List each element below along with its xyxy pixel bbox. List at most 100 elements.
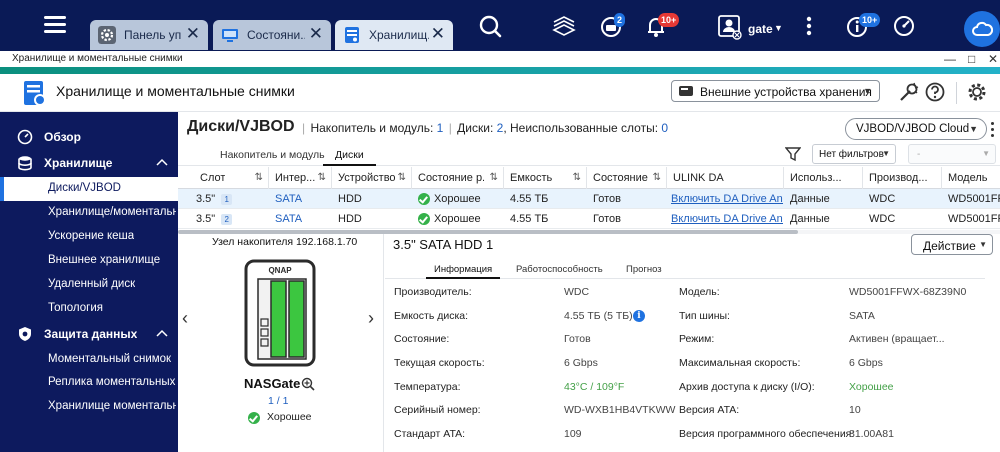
header-divider: [956, 82, 957, 104]
chevron-right-icon[interactable]: ›: [368, 308, 374, 329]
column-header-status[interactable]: Состояние ⇅: [587, 167, 667, 189]
taskbar-tab-control-panel[interactable]: Панель уп... ✕: [90, 20, 208, 50]
column-header-device[interactable]: Устройство ⇅: [332, 167, 412, 189]
info-label-model: Модель:: [679, 286, 720, 298]
sidebar-item-snapshot-vault[interactable]: Хранилище моментальн...: [0, 395, 178, 419]
enable-da-drive-link[interactable]: Включить DA Drive An...: [671, 213, 783, 225]
enclosure-pager: 1 / 1: [268, 395, 289, 407]
minimize-icon[interactable]: —: [944, 52, 956, 66]
sidebar-item-overview[interactable]: Обзор: [0, 125, 178, 149]
zoom-in-icon[interactable]: [301, 377, 315, 391]
help-icon[interactable]: [924, 81, 946, 103]
window-accent-stripe: [0, 67, 1000, 74]
sidebar-item-storage[interactable]: Хранилище: [0, 151, 178, 175]
close-icon[interactable]: ✕: [431, 25, 445, 43]
chevron-down-icon: ▼: [863, 86, 872, 96]
dashboard-icon[interactable]: [890, 12, 920, 40]
tab-label: Панель уп...: [124, 28, 182, 42]
table-row[interactable]: 3.5" 2 SATA HDD Хорошее 4.55 ТБ Готов Вкл…: [178, 209, 1000, 229]
info-label-serial: Серийный номер:: [394, 404, 481, 416]
chevron-up-icon[interactable]: [156, 157, 168, 167]
column-header-usage[interactable]: Использ...: [784, 167, 863, 189]
info-label-mode: Режим:: [679, 333, 715, 345]
cell-vendor: WDC: [869, 213, 896, 225]
vjbod-cloud-dropdown[interactable]: VJBOD/VJBOD Cloud ▼: [845, 118, 987, 140]
sidebar-item-disks-vjbod[interactable]: Диски/VJBOD: [0, 177, 178, 201]
sidebar-item-topology[interactable]: Топология: [0, 297, 178, 321]
updates-badge: 10+: [859, 13, 881, 27]
cell-slot: 3.5" 2: [196, 213, 233, 225]
info-value-firmware-version: 81.00A81: [849, 428, 894, 440]
column-header-slot[interactable]: Слот ⇅: [194, 167, 269, 189]
sort-icon[interactable]: ⇅: [318, 172, 326, 183]
sort-icon[interactable]: ⇅: [653, 172, 661, 183]
column-header-health[interactable]: Состояние р... ⇅: [412, 167, 504, 189]
filter-select[interactable]: Нет фильтров ▼: [812, 144, 896, 164]
close-icon[interactable]: ✕: [186, 25, 200, 43]
nas-device-icon[interactable]: QNAP: [244, 259, 316, 367]
sort-icon[interactable]: ⇅: [398, 172, 406, 183]
monitor-icon: [222, 29, 238, 42]
column-header-vendor[interactable]: Производ...: [863, 167, 942, 189]
more-options-icon[interactable]: [799, 12, 819, 40]
column-header-capacity[interactable]: Емкость ⇅: [504, 167, 587, 189]
chevron-up-icon[interactable]: [156, 328, 168, 338]
chevron-down-icon: ▼: [979, 240, 987, 249]
column-header-model[interactable]: Модель: [942, 167, 1000, 189]
user-name[interactable]: gate: [748, 22, 773, 36]
cloud-button[interactable]: [964, 11, 1000, 47]
taskbar: Панель уп... ✕ Состояни... ✕ Хранилищ...…: [0, 0, 1000, 51]
close-window-icon[interactable]: ✕: [988, 52, 998, 66]
filter-value-select[interactable]: - ▼: [908, 144, 996, 164]
user-icon[interactable]: [715, 12, 745, 40]
sort-icon[interactable]: ⇅: [490, 172, 498, 183]
chevron-down-icon[interactable]: ▼: [774, 23, 783, 33]
info-value-max-speed: 6 Gbps: [849, 357, 883, 369]
info-value-temperature: 43°C / 109°F: [564, 381, 625, 393]
sidebar-item-cache-acceleration[interactable]: Ускорение кеша: [0, 225, 178, 249]
info-label-ata-version: Версия ATA:: [679, 404, 740, 416]
maximize-icon[interactable]: □: [968, 52, 975, 66]
chevron-left-icon[interactable]: ‹: [182, 308, 188, 329]
sidebar-item-data-protection[interactable]: Защита данных: [0, 322, 178, 346]
sidebar-item-label: Хранилище моментальн...: [48, 400, 176, 412]
more-options-icon[interactable]: [991, 122, 995, 138]
sidebar-item-snapshot[interactable]: Моментальный снимок: [0, 348, 178, 372]
table-row[interactable]: 3.5" 1 SATA HDD Хорошее 4.55 ТБ Готов Вкл…: [178, 189, 1000, 209]
sidebar-item-snapshot-replica[interactable]: Реплика моментальных ...: [0, 371, 178, 395]
column-header-ulink-da[interactable]: ULINK DA: [667, 167, 784, 189]
summary-disks-label: Диски:: [457, 121, 494, 135]
info-label-max-speed: Максимальная скорость:: [679, 357, 801, 369]
main-menu-icon[interactable]: [44, 16, 66, 34]
info-icon[interactable]: i: [633, 310, 645, 322]
search-icon[interactable]: [475, 12, 505, 40]
sidebar-item-remote-disk[interactable]: Удаленный диск: [0, 273, 178, 297]
storage-app-icon: [24, 81, 46, 106]
taskbar-tab-storage[interactable]: Хранилищ... ✕: [335, 20, 453, 50]
tab-health[interactable]: Работоспособность: [516, 264, 603, 275]
external-storage-dropdown[interactable]: Внешние устройства хранения ▼: [671, 80, 880, 102]
info-value-serial: WD-WXB1HB4VTKWW: [564, 404, 676, 416]
sort-icon[interactable]: ⇅: [573, 172, 581, 183]
sidebar-item-storage-snapshots[interactable]: Хранилище/моментальн...: [0, 201, 178, 225]
column-header-interface[interactable]: Интер... ⇅: [269, 167, 332, 189]
tab-disks[interactable]: Диски: [323, 149, 376, 166]
action-dropdown[interactable]: Действие ▼: [911, 234, 993, 255]
window-title: Хранилище и моментальные снимки: [12, 53, 183, 64]
diagnostics-icon[interactable]: [898, 81, 920, 103]
settings-gear-icon[interactable]: [966, 81, 988, 103]
taskbar-tab-resource-monitor[interactable]: Состояни... ✕: [213, 20, 331, 50]
filter-icon[interactable]: [785, 146, 801, 162]
stack-icon[interactable]: [549, 12, 579, 40]
tab-info[interactable]: Информация: [425, 264, 501, 279]
main-content: Диски/VJBOD | Накопитель и модуль: 1 | Д…: [178, 112, 1000, 452]
sidebar-item-external-storage[interactable]: Внешнее хранилище: [0, 249, 178, 273]
cell-vendor: WDC: [869, 193, 896, 205]
enable-da-drive-link[interactable]: Включить DA Drive An...: [671, 193, 783, 205]
sort-icon[interactable]: ⇅: [255, 172, 263, 183]
tab-prediction[interactable]: Прогноз: [626, 264, 662, 275]
enclosure-panel: Узел накопителя 192.168.1.70 ‹ › QNAP NA…: [178, 234, 384, 452]
tab-enclosure-module[interactable]: Накопитель и модуль: [220, 149, 325, 161]
window-titlebar: Хранилище и моментальные снимки — □ ✕: [0, 51, 1000, 67]
close-icon[interactable]: ✕: [309, 25, 323, 43]
